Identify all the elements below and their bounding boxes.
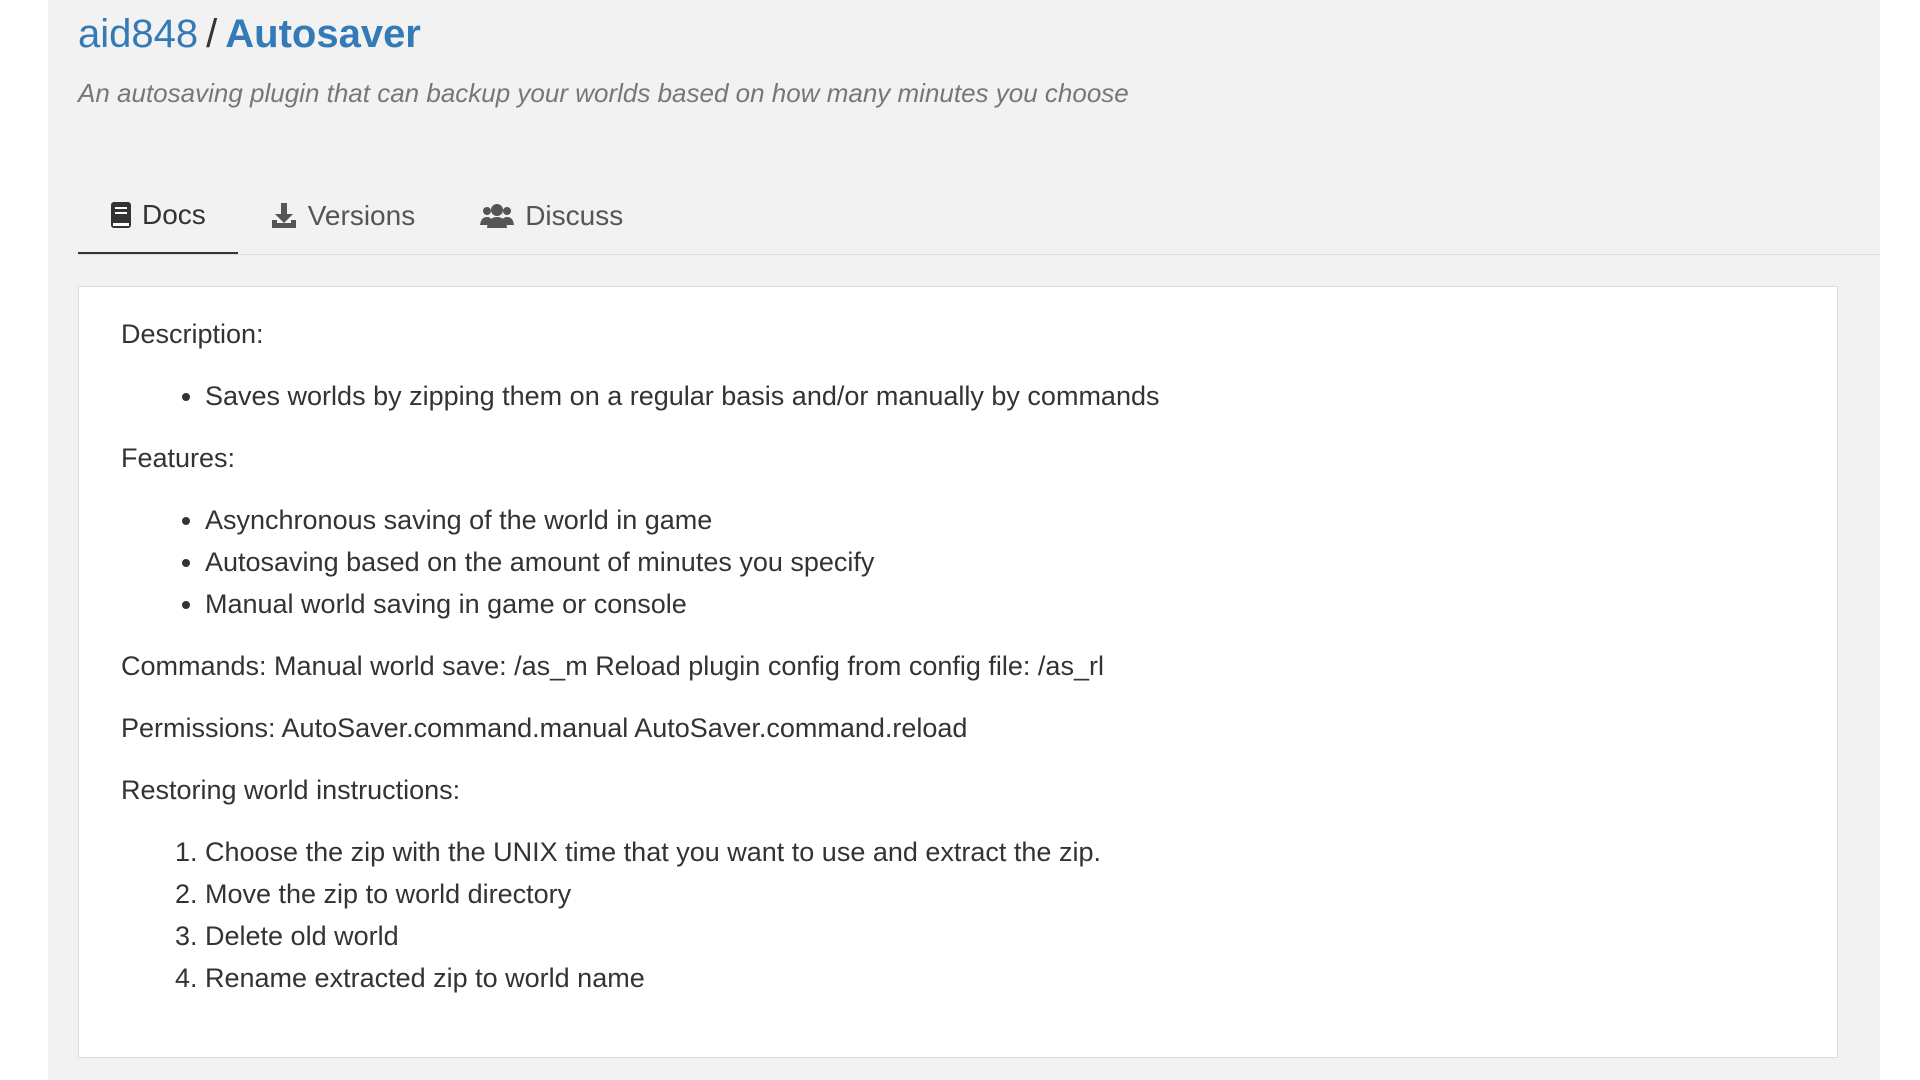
tab-discuss[interactable]: Discuss (447, 178, 655, 254)
project-name-link[interactable]: Autosaver (225, 12, 421, 56)
restoring-steps-list: Choose the zip with the UNIX time that y… (121, 831, 1781, 999)
book-icon (110, 201, 132, 229)
project-header: aid848/Autosaver An autosaving plugin th… (78, 10, 1278, 114)
title-separator: / (206, 12, 218, 56)
list-item: Move the zip to world directory (205, 873, 1781, 915)
tab-versions[interactable]: Versions (238, 178, 447, 254)
commands-text: Commands: Manual world save: /as_m Reloa… (121, 651, 1104, 681)
restoring-heading: Restoring world instructions: (121, 775, 461, 805)
list-item: Asynchronous saving of the world in game (205, 499, 1781, 541)
list-item: Saves worlds by zipping them on a regula… (205, 375, 1781, 417)
owner-link[interactable]: aid848 (78, 12, 198, 56)
list-item: Manual world saving in game or console (205, 583, 1781, 625)
docs-content: Description: Saves worlds by zipping the… (121, 313, 1781, 1019)
project-description: An autosaving plugin that can backup you… (78, 78, 1129, 108)
permissions-text: Permissions: AutoSaver.command.manual Au… (121, 713, 968, 743)
list-item: Choose the zip with the UNIX time that y… (205, 831, 1781, 873)
description-list: Saves worlds by zipping them on a regula… (121, 375, 1781, 417)
download-icon (270, 202, 298, 230)
users-icon (479, 203, 515, 229)
tab-discuss-label: Discuss (525, 200, 624, 231)
project-title: aid848/Autosaver (78, 10, 1278, 58)
tab-versions-label: Versions (307, 200, 416, 231)
docs-panel: Description: Saves worlds by zipping the… (78, 286, 1838, 1058)
list-item: Autosaving based on the amount of minute… (205, 541, 1781, 583)
features-heading: Features: (121, 443, 236, 473)
tab-docs-label: Docs (142, 199, 206, 230)
description-heading: Description: (121, 319, 264, 349)
list-item: Rename extracted zip to world name (205, 957, 1781, 999)
tab-docs[interactable]: Docs (78, 178, 238, 254)
features-list: Asynchronous saving of the world in game… (121, 499, 1781, 625)
project-tabs: Docs Versions Discuss (78, 178, 1880, 255)
list-item: Delete old world (205, 915, 1781, 957)
